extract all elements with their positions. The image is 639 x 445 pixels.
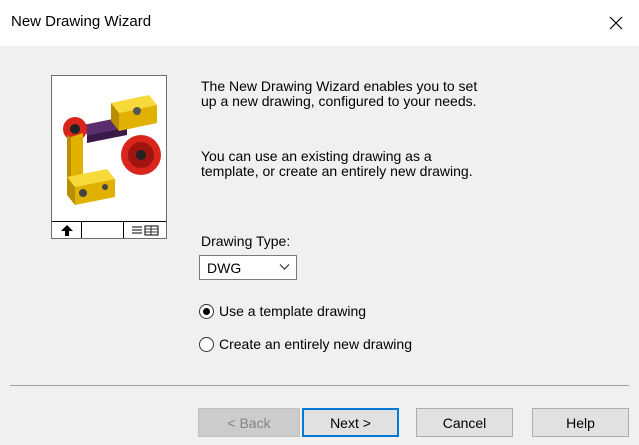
- radio-circle: [199, 303, 214, 319]
- radio-circle: [199, 336, 214, 352]
- assembly-drawing-thumbnail: [63, 95, 161, 205]
- close-icon: [609, 16, 623, 30]
- help-button[interactable]: Help: [532, 408, 629, 437]
- title-block: [52, 221, 166, 238]
- description-template: You can use an existing drawing as a tem…: [201, 148, 473, 179]
- window-title: New Drawing Wizard: [11, 13, 152, 30]
- notes-icon: [124, 222, 166, 238]
- radio-create-new-label: Create an entirely new drawing: [219, 336, 412, 352]
- chevron-down-icon: [279, 264, 290, 270]
- drawing-type-value: DWG: [207, 259, 242, 276]
- description-intro: The New Drawing Wizard enables you to se…: [201, 78, 478, 109]
- next-button[interactable]: Next >: [302, 408, 399, 437]
- radio-create-new[interactable]: Create an entirely new drawing: [199, 336, 412, 352]
- cancel-button[interactable]: Cancel: [416, 408, 513, 437]
- close-button[interactable]: [596, 6, 636, 40]
- preview-panel: [51, 75, 167, 239]
- radio-use-template-label: Use a template drawing: [219, 303, 367, 319]
- north-arrow-icon: [52, 222, 82, 238]
- drawing-type-select[interactable]: DWG: [199, 255, 297, 280]
- back-button[interactable]: < Back: [198, 408, 300, 437]
- title-bar: New Drawing Wizard: [0, 0, 639, 46]
- drawing-type-label: Drawing Type:: [201, 233, 291, 249]
- radio-use-template[interactable]: Use a template drawing: [199, 303, 366, 319]
- divider: [10, 385, 629, 386]
- dialog-body: The New Drawing Wizard enables you to se…: [0, 46, 639, 445]
- radio-selected-dot: [203, 307, 210, 315]
